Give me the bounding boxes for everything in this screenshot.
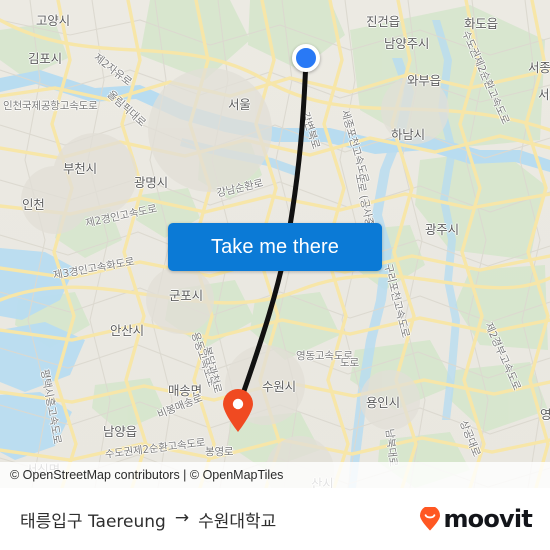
trip-origin-label: 태릉입구 Taereung bbox=[20, 511, 166, 532]
map-attribution: © OpenStreetMap contributors | © OpenMap… bbox=[0, 462, 550, 488]
trip-summary: 태릉입구 Taereung → 수원대학교 bbox=[20, 507, 276, 532]
trip-footer: 태릉입구 Taereung → 수원대학교 moovit bbox=[0, 488, 550, 550]
trip-destination-label: 수원대학교 bbox=[198, 511, 277, 532]
moovit-trip-card: 고양시 김포시 제2자유로 올림픽대로 인천국제공항고속도로 부천시 광명시 인천 제2경인고속… bbox=[0, 0, 550, 550]
origin-marker[interactable] bbox=[292, 44, 320, 72]
destination-marker[interactable] bbox=[222, 389, 254, 433]
map-canvas[interactable]: 고양시 김포시 제2자유로 올림픽대로 인천국제공항고속도로 부천시 광명시 인천 제2경인고속… bbox=[0, 0, 550, 488]
moovit-wordmark: moovit bbox=[443, 505, 532, 533]
moovit-pin-icon bbox=[419, 505, 441, 531]
arrow-right-icon: → bbox=[174, 507, 190, 528]
take-me-there-button[interactable]: Take me there bbox=[168, 223, 382, 271]
moovit-logo[interactable]: moovit bbox=[419, 505, 533, 533]
